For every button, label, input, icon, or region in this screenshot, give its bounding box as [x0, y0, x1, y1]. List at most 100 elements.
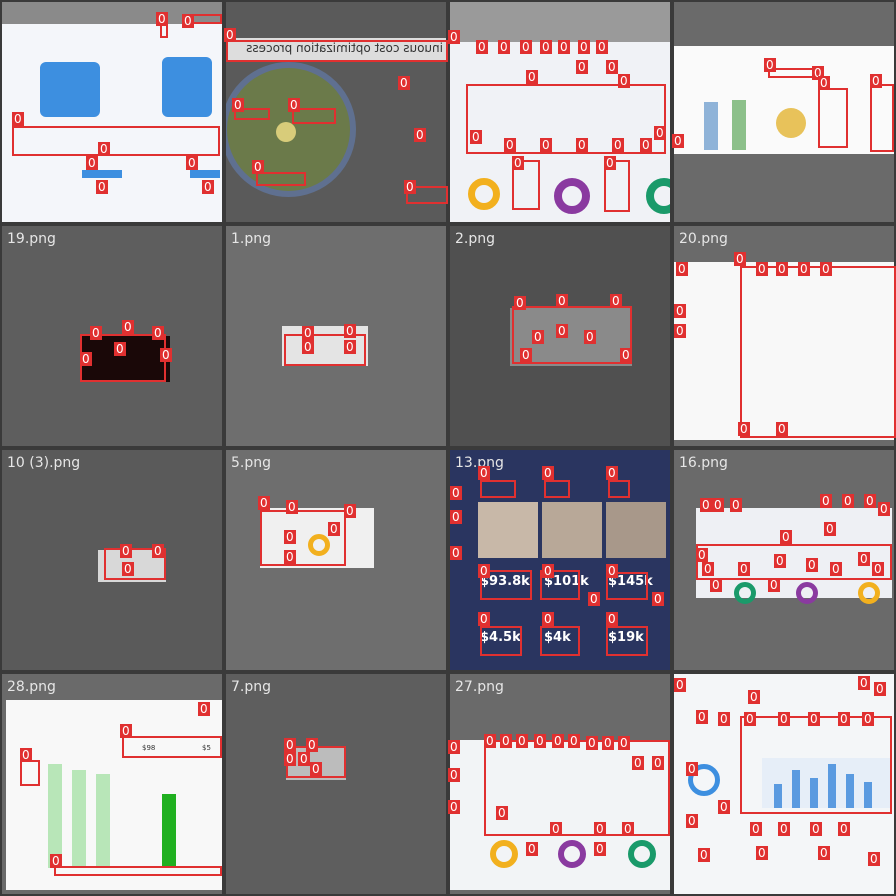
donut-chart — [554, 178, 590, 214]
annotation-badge: 0 — [498, 40, 510, 54]
annotation-badge: 0 — [594, 842, 606, 856]
profile-photo — [606, 502, 666, 558]
annotation-badge: 0 — [686, 762, 698, 776]
annotation-badge: 0 — [90, 326, 102, 340]
annotation-badge: 0 — [618, 736, 630, 750]
profile-photo — [542, 502, 602, 558]
annotation-badge: 0 — [496, 806, 508, 820]
annotation-badge: 0 — [734, 252, 746, 266]
annotation-badge: 0 — [540, 40, 552, 54]
tile-filename: 1.png — [231, 231, 272, 247]
annotation-badge: 0 — [86, 156, 98, 170]
annotation-badge: 0 — [640, 138, 652, 152]
tile-filename: 27.png — [455, 679, 504, 695]
annotation-badge: 0 — [476, 40, 488, 54]
annotation-badge: 0 — [778, 822, 790, 836]
annotation-badge: 0 — [620, 348, 632, 362]
annotation-badge: 0 — [514, 296, 526, 310]
annotation-badge: 0 — [542, 564, 554, 578]
annotation-badge: 0 — [808, 712, 820, 726]
annotation-badge: 0 — [450, 546, 462, 560]
annotation-badge: 0 — [302, 326, 314, 340]
donut-chart — [558, 840, 586, 868]
annotation-box — [12, 126, 220, 156]
annotation-badge: 0 — [594, 822, 606, 836]
donut-chart — [628, 840, 656, 868]
annotation-badge: 0 — [186, 156, 198, 170]
annotation-badge: 0 — [576, 138, 588, 152]
annotation-badge: 0 — [674, 304, 686, 318]
annotation-badge: 0 — [750, 822, 762, 836]
annotation-badge: 0 — [810, 822, 822, 836]
annotation-badge: 0 — [618, 74, 630, 88]
annotation-badge: 0 — [686, 814, 698, 828]
annotation-badge: 0 — [586, 736, 598, 750]
annotation-badge: 0 — [284, 550, 296, 564]
annotation-badge: 0 — [12, 112, 24, 126]
annotation-badge: 0 — [748, 690, 760, 704]
annotation-badge: 0 — [744, 712, 756, 726]
annotation-badge: 0 — [596, 40, 608, 54]
annotation-badge: 0 — [552, 734, 564, 748]
annotation-badge: 0 — [874, 682, 886, 696]
donut-chart — [734, 582, 756, 604]
annotation-badge: 0 — [818, 76, 830, 90]
annotation-box — [870, 84, 894, 152]
annotation-badge: 0 — [558, 40, 570, 54]
tile-filename: 16.png — [679, 455, 728, 471]
annotation-badge: 0 — [450, 510, 462, 524]
annotation-badge: 0 — [556, 324, 568, 338]
annotation-badge: 0 — [676, 262, 688, 276]
annotation-badge: 0 — [328, 522, 340, 536]
thumbnail-grid: inuous cost optimization process 19.png … — [0, 0, 896, 896]
illustration-icon — [162, 57, 212, 117]
annotation-box — [54, 866, 222, 876]
annotation-badge: 0 — [604, 156, 616, 170]
annotation-badge: 0 — [584, 330, 596, 344]
annotation-badge: 0 — [878, 502, 890, 516]
annotation-badge: 0 — [672, 134, 684, 148]
annotation-badge: 0 — [470, 130, 482, 144]
annotation-badge: 0 — [588, 592, 600, 606]
tile-filename: 5.png — [231, 455, 272, 471]
annotation-badge: 0 — [306, 738, 318, 752]
annotation-badge: 0 — [344, 340, 356, 354]
annotation-badge: 0 — [122, 320, 134, 334]
annotation-badge: 0 — [448, 740, 460, 754]
annotation-box — [122, 736, 222, 758]
annotation-badge: 0 — [478, 466, 490, 480]
annotation-badge: 0 — [652, 592, 664, 606]
annotation-badge: 0 — [232, 98, 244, 112]
annotation-badge: 0 — [542, 466, 554, 480]
annotation-badge: 0 — [776, 262, 788, 276]
annotation-badge: 0 — [830, 562, 842, 576]
tile-thumbnail[interactable] — [2, 2, 222, 222]
annotation-badge: 0 — [698, 848, 710, 862]
annotation-badge: 0 — [556, 294, 568, 308]
annotation-badge: 0 — [152, 544, 164, 558]
donut-chart — [490, 840, 518, 868]
annotation-badge: 0 — [700, 498, 712, 512]
annotation-badge: 0 — [768, 578, 780, 592]
annotation-badge: 0 — [550, 822, 562, 836]
annotation-badge: 0 — [120, 724, 132, 738]
annotation-badge: 0 — [710, 578, 722, 592]
annotation-badge: 0 — [120, 544, 132, 558]
tile-thumbnail[interactable] — [674, 2, 894, 222]
annotation-badge: 0 — [674, 678, 686, 692]
annotation-badge: 0 — [542, 612, 554, 626]
annotation-badge: 0 — [756, 262, 768, 276]
annotation-badge: 0 — [302, 340, 314, 354]
illustration-icon — [40, 62, 100, 117]
annotation-badge: 0 — [780, 530, 792, 544]
annotation-badge: 0 — [504, 138, 516, 152]
donut-chart — [796, 582, 818, 604]
annotation-badge: 0 — [838, 822, 850, 836]
annotation-badge: 0 — [820, 262, 832, 276]
tile-thumbnail[interactable]: 7.png — [226, 674, 446, 894]
annotation-badge: 0 — [284, 738, 296, 752]
tile-filename: 20.png — [679, 231, 728, 247]
pie-chart — [776, 108, 806, 138]
annotation-badge: 0 — [738, 422, 750, 436]
annotation-badge: 0 — [344, 324, 356, 338]
